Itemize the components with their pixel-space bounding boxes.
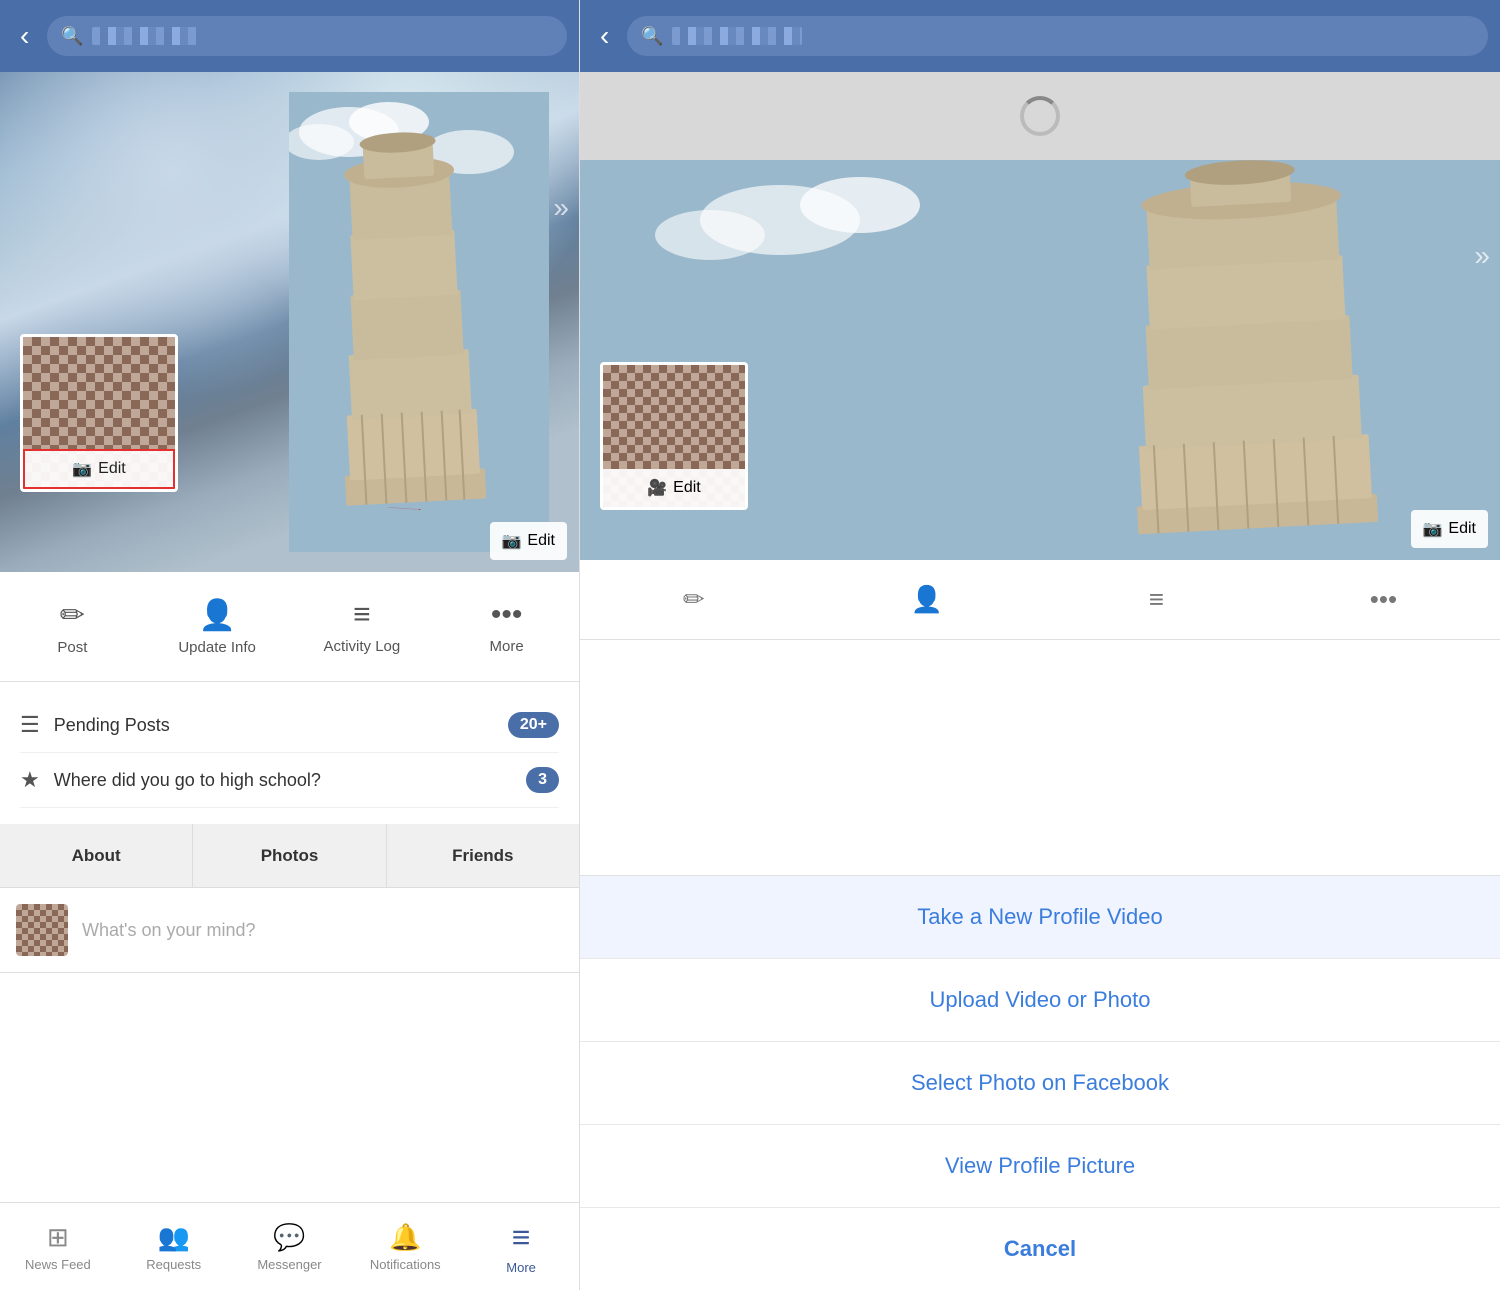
right-action-bar: ✏ 👤 ≡ ••• xyxy=(580,560,1500,640)
nav-news-feed[interactable]: ⊞ News Feed xyxy=(18,1222,98,1272)
profile-edit-label: Edit xyxy=(98,460,126,478)
tower-image xyxy=(289,92,549,552)
right-activity-log-icon: ≡ xyxy=(1149,584,1164,615)
right-activity-log-action[interactable]: ≡ xyxy=(1149,584,1164,615)
more-nav-icon: ≡ xyxy=(512,1219,531,1256)
activity-log-label: Activity Log xyxy=(324,638,401,655)
right-back-button[interactable]: ‹ xyxy=(592,16,617,56)
right-profile-pic-container: 🎥 Edit xyxy=(600,362,748,510)
high-school-text: Where did you go to high school? xyxy=(54,770,512,791)
left-back-button[interactable]: ‹ xyxy=(12,16,37,56)
news-feed-icon: ⊞ xyxy=(47,1222,69,1253)
right-cover-edit-button[interactable]: 📷 Edit xyxy=(1411,510,1489,548)
activity-log-action[interactable]: ≡ Activity Log xyxy=(322,598,402,655)
take-profile-video-option[interactable]: Take a New Profile Video xyxy=(580,876,1500,959)
composer-avatar xyxy=(16,904,68,956)
pending-posts-badge: 20+ xyxy=(508,712,559,738)
camera-icon: 📷 xyxy=(72,459,92,479)
more-label: More xyxy=(490,638,524,655)
right-profile-edit-label: Edit xyxy=(673,479,701,497)
left-info-section: ☰ Pending Posts 20+ ★ Where did you go t… xyxy=(0,682,579,824)
right-camera-icon: 🎥 xyxy=(647,478,667,498)
requests-icon: 👥 xyxy=(158,1222,190,1253)
cover-edit-label: Edit xyxy=(527,532,555,550)
upload-video-photo-option[interactable]: Upload Video or Photo xyxy=(580,959,1500,1042)
more-action[interactable]: ••• More xyxy=(467,598,547,655)
pending-posts-icon: ☰ xyxy=(20,712,40,738)
composer-placeholder: What's on your mind? xyxy=(82,920,256,941)
activity-log-icon: ≡ xyxy=(353,598,371,632)
pending-posts-text: Pending Posts xyxy=(54,715,494,736)
right-cover-camera-icon: 📷 xyxy=(1423,519,1443,539)
right-search-text-pixelated xyxy=(672,27,802,45)
left-action-bar: ✏ Post 👤 Update Info ≡ Activity Log ••• … xyxy=(0,572,579,682)
right-loading-area xyxy=(580,72,1500,160)
right-top-bar: ‹ 🔍 xyxy=(580,0,1500,72)
select-photo-facebook-option[interactable]: Select Photo on Facebook xyxy=(580,1042,1500,1125)
right-more-action[interactable]: ••• xyxy=(1370,584,1397,615)
tab-photos[interactable]: Photos xyxy=(193,824,386,887)
update-info-icon: 👤 xyxy=(198,598,235,633)
right-panel: ‹ 🔍 xyxy=(580,0,1500,1290)
left-status-composer[interactable]: What's on your mind? xyxy=(0,888,579,973)
news-feed-label: News Feed xyxy=(25,1257,91,1272)
tab-about[interactable]: About xyxy=(0,824,193,887)
red-arrow-indicator xyxy=(175,507,579,510)
messenger-label: Messenger xyxy=(257,1257,321,1272)
high-school-icon: ★ xyxy=(20,767,40,793)
update-info-label: Update Info xyxy=(178,639,256,656)
right-search-icon: 🔍 xyxy=(641,26,663,47)
view-profile-picture-option[interactable]: View Profile Picture xyxy=(580,1125,1500,1208)
post-icon: ✏ xyxy=(60,598,85,633)
loading-spinner xyxy=(1020,96,1060,136)
context-menu: Take a New Profile Video Upload Video or… xyxy=(580,875,1500,1290)
search-icon: 🔍 xyxy=(61,26,83,47)
left-profile-edit-button[interactable]: 📷 Edit xyxy=(23,449,175,489)
left-cover-area: » 📷 Edit 📷 Edit xyxy=(0,72,579,572)
left-cover-photo xyxy=(0,72,579,572)
post-action[interactable]: ✏ Post xyxy=(32,598,112,656)
chevron-right-icon: » xyxy=(553,192,569,224)
high-school-item[interactable]: ★ Where did you go to high school? 3 xyxy=(20,753,559,808)
right-update-info-icon: 👤 xyxy=(911,584,943,615)
left-profile-pic-container: 📷 Edit xyxy=(20,334,178,492)
post-label: Post xyxy=(57,639,87,656)
cover-camera-icon: 📷 xyxy=(502,531,522,551)
high-school-badge: 3 xyxy=(526,767,559,793)
right-profile-edit-button[interactable]: 🎥 Edit xyxy=(603,469,745,507)
tab-friends[interactable]: Friends xyxy=(387,824,579,887)
nav-notifications[interactable]: 🔔 Notifications xyxy=(365,1222,445,1272)
right-update-info-action[interactable]: 👤 xyxy=(911,584,943,615)
cancel-button[interactable]: Cancel xyxy=(580,1208,1500,1290)
right-search-bar[interactable]: 🔍 xyxy=(627,16,1488,56)
notifications-icon: 🔔 xyxy=(389,1222,421,1253)
nav-requests[interactable]: 👥 Requests xyxy=(134,1222,214,1272)
right-cover-edit-label: Edit xyxy=(1448,520,1476,538)
search-text-pixelated xyxy=(92,27,202,45)
more-icon: ••• xyxy=(491,598,523,632)
nav-more[interactable]: ≡ More xyxy=(481,1219,561,1275)
pending-posts-item[interactable]: ☰ Pending Posts 20+ xyxy=(20,698,559,753)
right-more-dots-icon: ••• xyxy=(1370,584,1397,615)
requests-label: Requests xyxy=(146,1257,201,1272)
left-cover-edit-button[interactable]: 📷 Edit xyxy=(490,522,568,560)
left-top-bar: ‹ 🔍 xyxy=(0,0,579,72)
left-bottom-nav: ⊞ News Feed 👥 Requests 💬 Messenger 🔔 Not… xyxy=(0,1202,579,1290)
left-panel: ‹ 🔍 xyxy=(0,0,580,1290)
nav-messenger[interactable]: 💬 Messenger xyxy=(249,1222,329,1272)
composer-avatar-image xyxy=(16,904,68,956)
more-nav-label: More xyxy=(506,1260,536,1275)
messenger-icon: 💬 xyxy=(273,1222,305,1253)
update-info-action[interactable]: 👤 Update Info xyxy=(177,598,257,656)
right-post-action[interactable]: ✏ xyxy=(683,584,705,615)
right-post-icon: ✏ xyxy=(683,584,705,615)
left-search-bar[interactable]: 🔍 xyxy=(47,16,567,56)
right-chevron-icon: » xyxy=(1474,240,1490,272)
right-cover-area: » 🎥 Edit 📷 Edit xyxy=(580,160,1500,560)
notifications-label: Notifications xyxy=(370,1257,441,1272)
left-profile-tabs: About Photos Friends xyxy=(0,824,579,888)
